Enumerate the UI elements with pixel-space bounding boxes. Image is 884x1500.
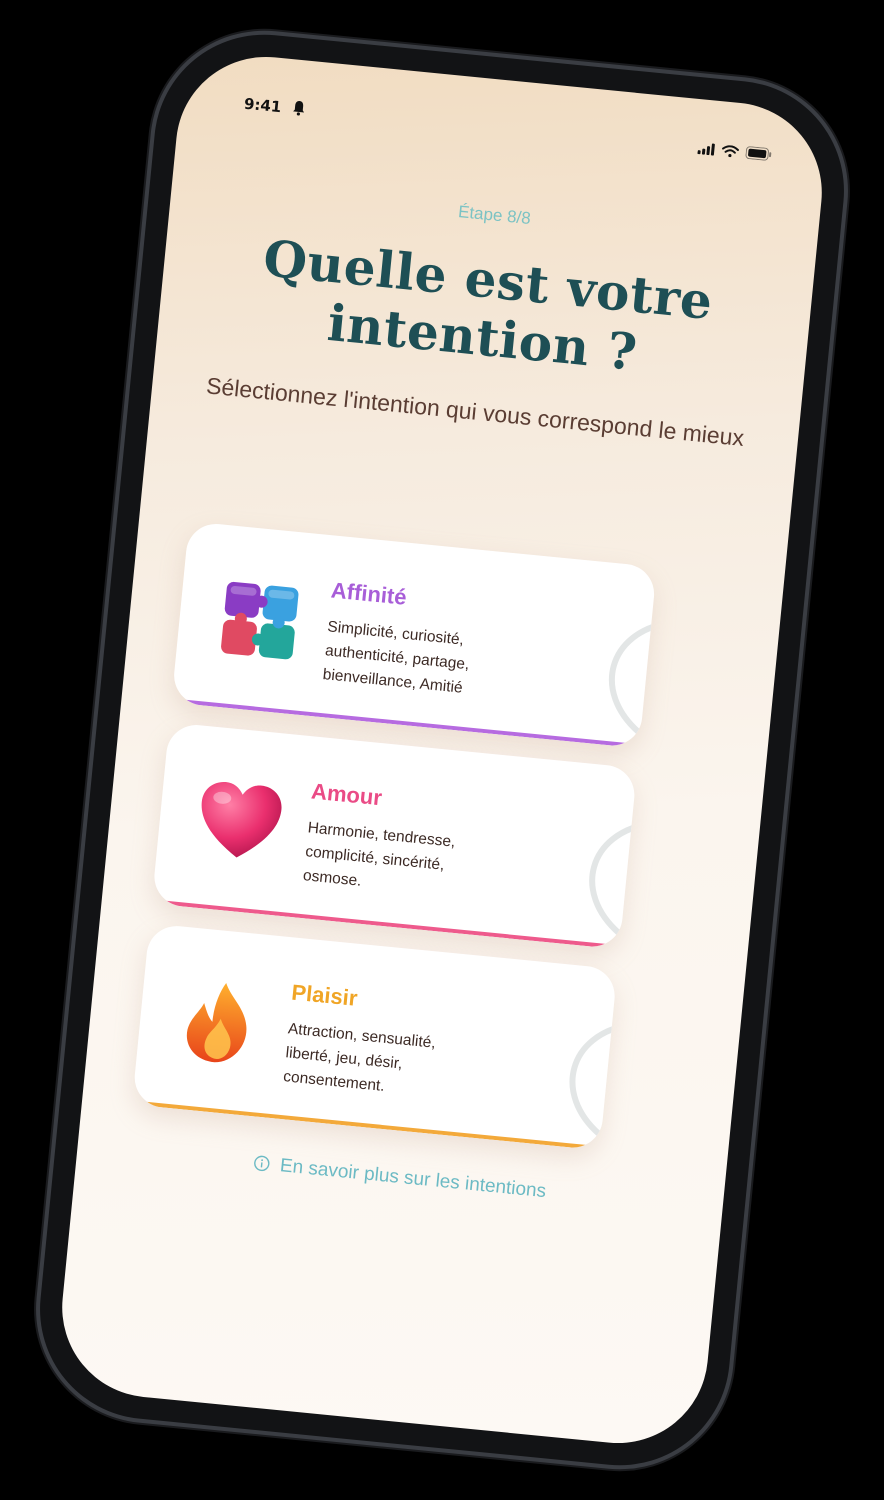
intention-description: Harmonie, tendresse, complicité, sincéri…	[302, 819, 457, 890]
leaf-decoration	[589, 820, 638, 937]
puzzle-icon	[221, 581, 299, 660]
learn-more-link[interactable]: En savoir plus sur les intentions	[77, 1135, 724, 1220]
flame-icon	[186, 983, 247, 1063]
intention-name: Affinité	[329, 577, 408, 610]
status-icons	[697, 141, 772, 161]
signal-icon	[697, 143, 715, 156]
phone-frame: 9:41 Étape 8/8 Quelle est votre intentio…	[29, 24, 855, 1476]
intention-description: Simplicité, curiosité, authenticité, par…	[321, 618, 471, 697]
intention-name: Plaisir	[290, 979, 359, 1011]
leaf-decoration	[569, 1021, 618, 1138]
wifi-icon	[722, 144, 740, 157]
heart-icon	[201, 782, 282, 858]
intention-name: Amour	[310, 778, 384, 811]
card-accent-bar	[131, 1100, 601, 1151]
learn-more-label: En savoir plus sur les intentions	[279, 1155, 548, 1203]
intention-card-plaisir[interactable]: Plaisir Attraction, sensualité, liberté,…	[131, 923, 618, 1151]
bell-icon	[293, 101, 305, 116]
status-bar: 9:41	[176, 49, 830, 202]
leaf-decoration	[609, 619, 657, 736]
battery-icon	[745, 146, 772, 161]
page-title: Quelle est votre intention ?	[260, 228, 716, 382]
status-time: 9:41	[243, 94, 283, 117]
info-icon	[254, 1155, 270, 1172]
intention-description: Attraction, sensualité, liberté, jeu, dé…	[282, 1020, 437, 1095]
intention-card-affinite[interactable]: Affinité Simplicité, curiosité, authenti…	[171, 521, 657, 749]
intention-card-amour[interactable]: Amour Harmonie, tendresse, complicité, s…	[151, 722, 638, 950]
app-screen: 9:41 Étape 8/8 Quelle est votre intentio…	[53, 48, 831, 1452]
